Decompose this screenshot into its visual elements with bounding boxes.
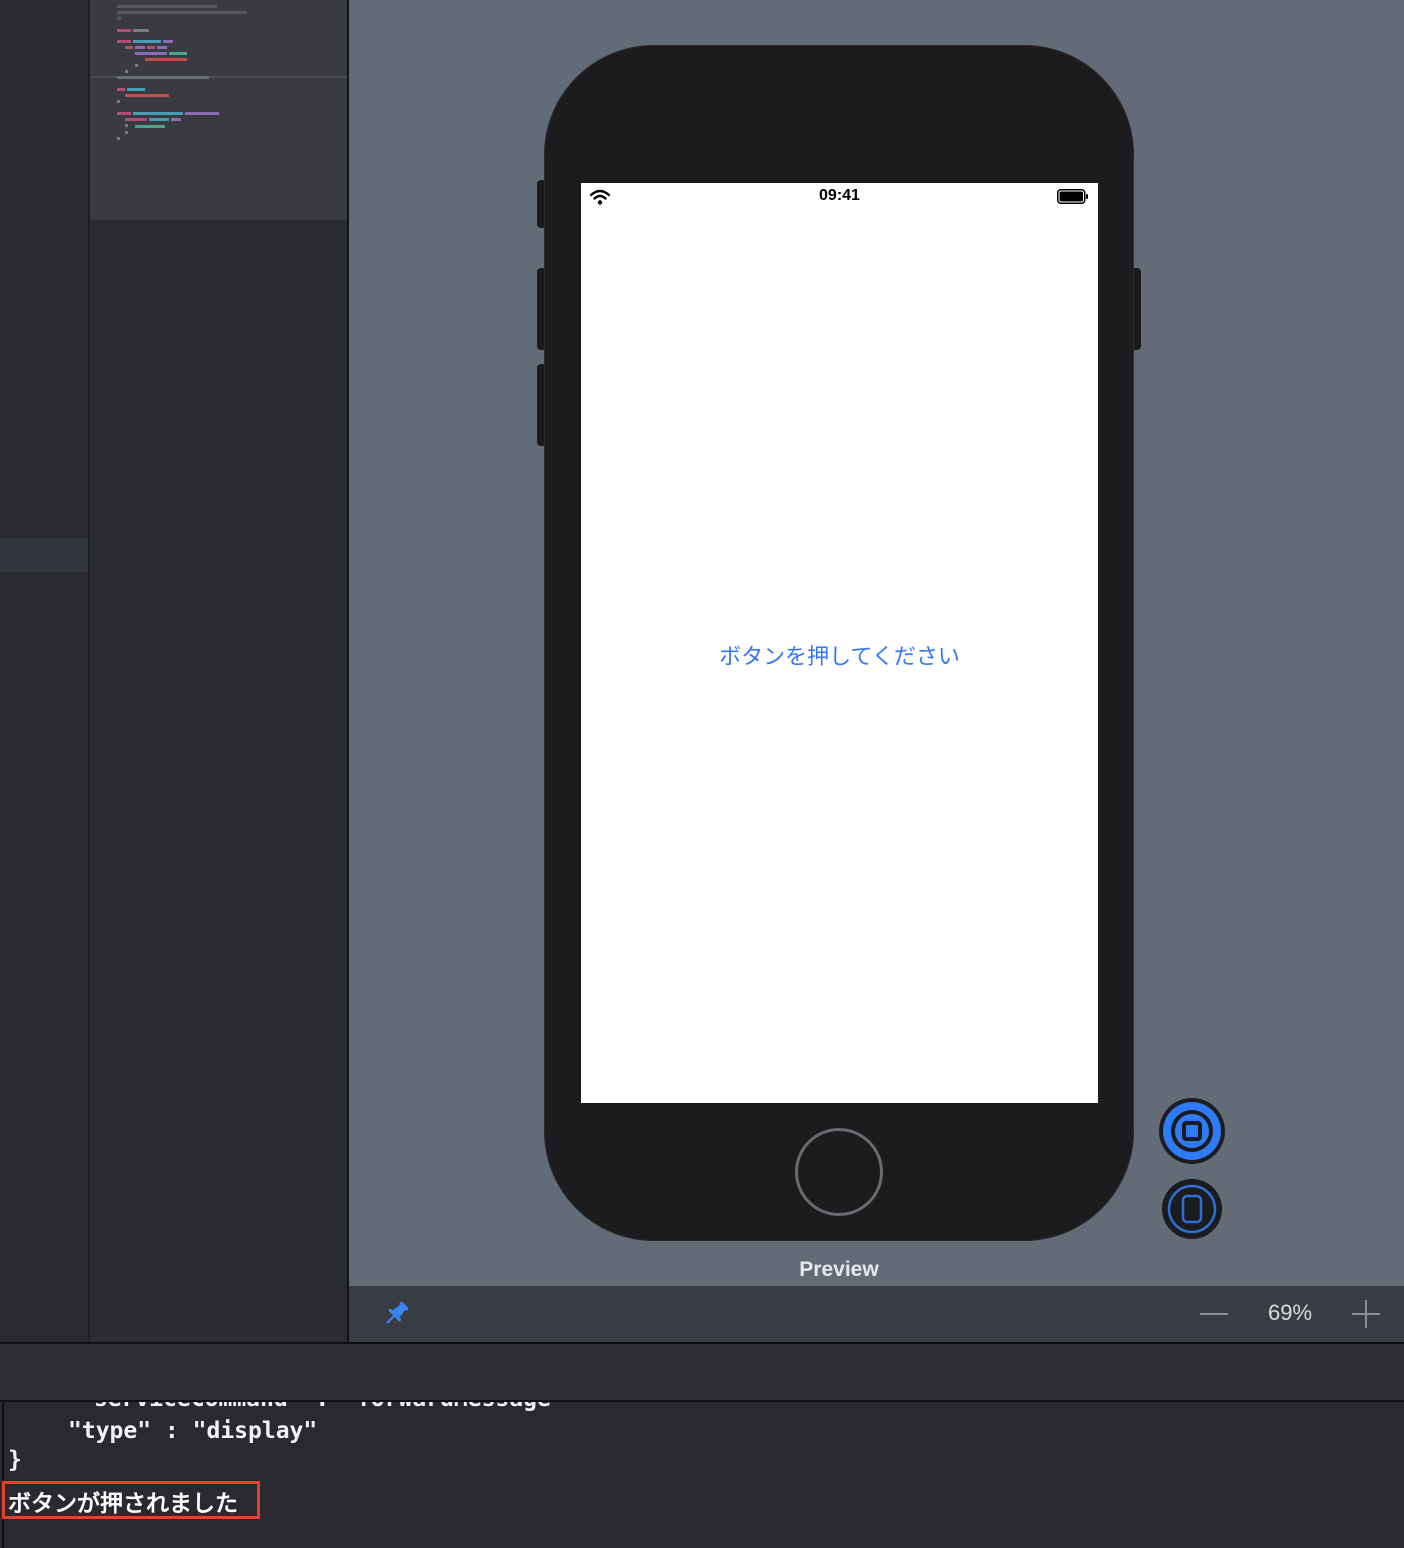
minimap-line: [117, 29, 131, 32]
minimap-line: [117, 5, 217, 8]
battery-icon: [1057, 189, 1088, 204]
console-output[interactable]: "serviceCommand" : "forwardMessage" "typ…: [0, 1402, 1404, 1548]
minimap-line: [117, 40, 131, 43]
console-border: [2, 1402, 4, 1548]
minimap-line: [133, 29, 149, 32]
minimap-line: [163, 40, 173, 43]
minimap-line: [117, 76, 209, 79]
minimap-line: [117, 88, 125, 91]
minimap-line: [127, 88, 145, 91]
device-preview-icon[interactable]: [1162, 1179, 1222, 1239]
minimap-viewport[interactable]: [90, 0, 347, 220]
minimap-line: [125, 94, 169, 97]
minimap-line: [169, 52, 187, 55]
console-line: }: [8, 1447, 22, 1473]
minimap-line: [135, 46, 145, 49]
minimap-line: [125, 46, 133, 49]
minimap-line: [125, 70, 128, 73]
minimap-line: [135, 125, 165, 128]
device-screen[interactable]: 09:41 ボタンを押してください: [581, 183, 1098, 1103]
plus-icon[interactable]: [1350, 1298, 1382, 1330]
press-me-button[interactable]: ボタンを押してください: [581, 639, 1098, 671]
minimap-line: [185, 112, 219, 115]
pin-icon[interactable]: [380, 1298, 412, 1330]
current-line-highlight: [0, 538, 88, 572]
status-time: 09:41: [819, 187, 860, 204]
minimap-line: [135, 64, 138, 67]
minimap-line: [125, 118, 147, 121]
console-line: "type" : "display": [68, 1418, 318, 1444]
preview-label: Preview: [799, 1258, 879, 1281]
minimap-line: [117, 17, 121, 20]
minus-icon[interactable]: [1198, 1302, 1230, 1326]
minimap-line: [133, 112, 183, 115]
minimap-line: [117, 11, 247, 14]
minimap-line: [147, 46, 155, 49]
minimap-line: [145, 58, 187, 61]
minimap-line: [117, 112, 131, 115]
minimap-line: [135, 52, 167, 55]
editor-gutter: [0, 0, 88, 1342]
minimap-line: [171, 118, 181, 121]
live-preview-icon[interactable]: [1158, 1097, 1226, 1165]
code-minimap[interactable]: [90, 0, 347, 1342]
minimap-line: [117, 137, 120, 140]
minimap-line: [125, 131, 128, 134]
zoom-level: 69%: [1267, 1300, 1313, 1325]
console-message: ボタンが押されました: [8, 1491, 238, 1517]
canvas-toolbar: [349, 1286, 1404, 1342]
minimap-line: [133, 40, 161, 43]
minimap-line: [125, 124, 128, 127]
minimap-line: [149, 118, 169, 121]
minimap-line: [157, 46, 167, 49]
minimap-line: [117, 100, 120, 103]
console-line: "serviceCommand" : "forwardMessage": [80, 1402, 565, 1412]
debug-bar: [0, 1344, 1404, 1400]
home-button[interactable]: [795, 1128, 883, 1216]
